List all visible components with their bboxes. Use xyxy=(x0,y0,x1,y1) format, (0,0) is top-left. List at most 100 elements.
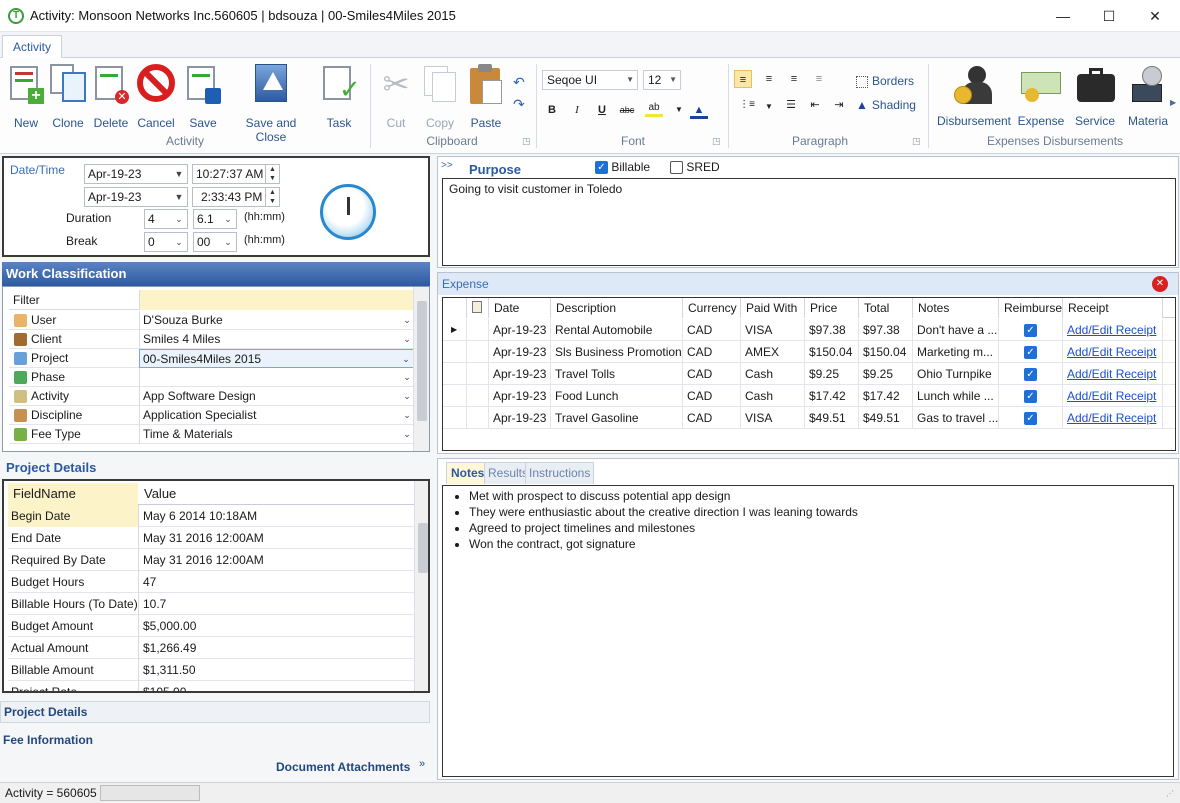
project-select[interactable]: 00-Smiles4Miles 2015 ⌄ xyxy=(139,349,415,368)
column-header-currency[interactable]: Currency xyxy=(683,298,741,318)
project-details-nav[interactable]: Project Details xyxy=(0,701,430,723)
cell-cur[interactable]: CAD xyxy=(683,363,741,385)
align-center-icon[interactable]: ≡ xyxy=(760,70,778,88)
column-header-receipt[interactable]: Receipt xyxy=(1063,298,1163,318)
column-header-date[interactable]: Date xyxy=(489,298,551,318)
wc-row-fee-type[interactable]: Fee Type Time & Materials ⌄ xyxy=(9,425,415,444)
cell-paid[interactable]: AMEX xyxy=(741,341,805,363)
cell-desc[interactable]: Sls Business Promotion xyxy=(551,341,683,363)
copy-button[interactable]: Copy xyxy=(420,62,460,130)
cell-desc[interactable]: Rental Automobile xyxy=(551,319,683,341)
borders-button[interactable]: Borders xyxy=(856,74,914,88)
fieldname-column-header[interactable]: FieldName xyxy=(8,483,138,505)
clone-button[interactable]: Clone xyxy=(48,62,88,130)
fee-information-nav[interactable]: Fee Information xyxy=(3,733,93,747)
paste-button[interactable]: Paste xyxy=(465,62,507,130)
clipboard-launcher-icon[interactable]: ◳ xyxy=(522,136,531,147)
cell-price[interactable]: $9.25 xyxy=(805,363,859,385)
shading-button[interactable]: ▲ Shading xyxy=(856,98,916,112)
end-time-field[interactable]: 2:33:43 PM ▲ ▼ xyxy=(192,187,280,207)
wc-row-client[interactable]: Client Smiles 4 Miles ⌄ xyxy=(9,330,415,349)
attachment-cell[interactable] xyxy=(467,385,489,407)
cell-notes[interactable]: Don't have a ... xyxy=(913,319,999,341)
close-icon[interactable]: ✕ xyxy=(1152,276,1168,292)
bullet-list-icon[interactable]: ☰ xyxy=(782,96,800,114)
attachment-cell[interactable] xyxy=(467,363,489,385)
disbursement-button[interactable]: Disbursement xyxy=(934,62,1014,128)
wc-row-user[interactable]: User D'Souza Burke ⌄ xyxy=(9,311,415,330)
table-row[interactable]: Budget Hours 47 xyxy=(8,571,414,593)
cell-paid[interactable]: Cash xyxy=(741,363,805,385)
sred-checkbox[interactable]: SRED xyxy=(670,160,720,175)
fee-type-select[interactable]: Time & Materials ⌄ xyxy=(139,425,415,444)
task-button[interactable]: ✓ Task xyxy=(318,62,361,130)
close-button[interactable]: ✕ xyxy=(1132,0,1178,32)
font-name-select[interactable]: Seqoe UI ▼ xyxy=(542,70,638,90)
cell-total[interactable]: $9.25 xyxy=(859,363,913,385)
table-row[interactable]: Billable Hours (To Date) 10.7 xyxy=(8,593,414,615)
table-row[interactable]: Required By Date May 31 2016 12:00AM xyxy=(8,549,414,571)
chevron-down-icon[interactable]: ▼ xyxy=(670,101,688,119)
table-row[interactable]: Budget Amount $5,000.00 xyxy=(8,615,414,637)
attachment-cell[interactable] xyxy=(467,407,489,429)
document-attachments-nav[interactable]: Document Attachments xyxy=(276,760,410,774)
row-indicator[interactable] xyxy=(443,385,467,407)
cell-total[interactable]: $150.04 xyxy=(859,341,913,363)
cell-date[interactable]: Apr-19-23 xyxy=(489,319,551,341)
wc-row-activity[interactable]: Activity App Software Design ⌄ xyxy=(9,387,415,406)
save-button[interactable]: Save xyxy=(183,62,223,130)
phase-select[interactable]: ⌄ xyxy=(139,368,415,387)
scroll-thumb[interactable] xyxy=(418,523,428,573)
cell-price[interactable]: $17.42 xyxy=(805,385,859,407)
material-button[interactable]: Materia xyxy=(1124,62,1172,128)
bold-button[interactable]: B xyxy=(543,101,561,119)
work-classification-scrollbar[interactable] xyxy=(413,287,429,451)
current-row-icon[interactable]: ▶ xyxy=(443,319,467,341)
service-button[interactable]: Service xyxy=(1070,62,1120,128)
wc-row-phase[interactable]: Phase ⌄ xyxy=(9,368,415,387)
table-row[interactable]: Project Rate $105.00 xyxy=(8,681,414,691)
chevron-down-icon[interactable]: ▼ xyxy=(760,98,778,116)
user-select[interactable]: D'Souza Burke ⌄ xyxy=(139,311,415,330)
tab-notes[interactable]: Notes xyxy=(446,462,490,484)
add-edit-receipt-link[interactable]: Add/Edit Receipt xyxy=(1063,385,1163,407)
column-header-reimburse[interactable]: Reimburse xyxy=(999,298,1063,318)
ribbon-scroll-right-icon[interactable]: ▶ xyxy=(1170,98,1176,107)
cell-notes[interactable]: Gas to travel ... xyxy=(913,407,999,429)
cell-total[interactable]: $17.42 xyxy=(859,385,913,407)
scroll-thumb[interactable] xyxy=(417,301,427,421)
cancel-button[interactable]: Cancel xyxy=(135,62,177,130)
discipline-select[interactable]: Application Specialist ⌄ xyxy=(139,406,415,425)
table-row[interactable]: Actual Amount $1,266.49 xyxy=(8,637,414,659)
decrease-indent-icon[interactable]: ⇤ xyxy=(806,96,824,114)
numbered-list-icon[interactable]: ⋮≡ xyxy=(738,96,756,114)
attachment-cell[interactable] xyxy=(467,341,489,363)
table-row[interactable]: ▶ Apr-19-23 Rental Automobile CAD VISA $97.38… xyxy=(443,319,1175,341)
activity-select[interactable]: App Software Design ⌄ xyxy=(139,387,415,406)
expand-icon[interactable]: » xyxy=(419,758,425,770)
client-select[interactable]: Smiles 4 Miles ⌄ xyxy=(139,330,415,349)
billable-checkbox[interactable]: ✓ Billable xyxy=(595,160,650,175)
cell-paid[interactable]: VISA xyxy=(741,407,805,429)
duration-minutes-select[interactable]: 6.1 ⌄ xyxy=(193,209,237,229)
table-row[interactable]: Apr-19-23 Food Lunch CAD Cash $17.42 $17.42 Lu… xyxy=(443,385,1175,407)
italic-button[interactable]: I xyxy=(568,101,586,119)
cell-total[interactable]: $49.51 xyxy=(859,407,913,429)
row-indicator[interactable] xyxy=(443,341,467,363)
cell-desc[interactable]: Travel Gasoline xyxy=(551,407,683,429)
cut-button[interactable]: ✂ Cut xyxy=(376,62,416,130)
cell-cur[interactable]: CAD xyxy=(683,385,741,407)
start-time-field[interactable]: 10:27:37 AM ▲ ▼ xyxy=(192,164,280,184)
notes-text-area[interactable]: Met with prospect to discuss potential a… xyxy=(442,485,1174,777)
table-row[interactable]: End Date May 31 2016 12:00AM xyxy=(8,527,414,549)
break-hours-select[interactable]: 0 ⌄ xyxy=(144,232,188,252)
reimburse-checkbox[interactable]: ✓ xyxy=(999,407,1063,429)
cell-price[interactable]: $49.51 xyxy=(805,407,859,429)
strikethrough-button[interactable]: abc xyxy=(618,101,636,119)
cell-price[interactable]: $150.04 xyxy=(805,341,859,363)
maximize-button[interactable]: ☐ xyxy=(1086,0,1132,32)
cell-cur[interactable]: CAD xyxy=(683,407,741,429)
filter-input[interactable] xyxy=(139,290,415,310)
attachment-cell[interactable] xyxy=(467,319,489,341)
cell-desc[interactable]: Travel Tolls xyxy=(551,363,683,385)
